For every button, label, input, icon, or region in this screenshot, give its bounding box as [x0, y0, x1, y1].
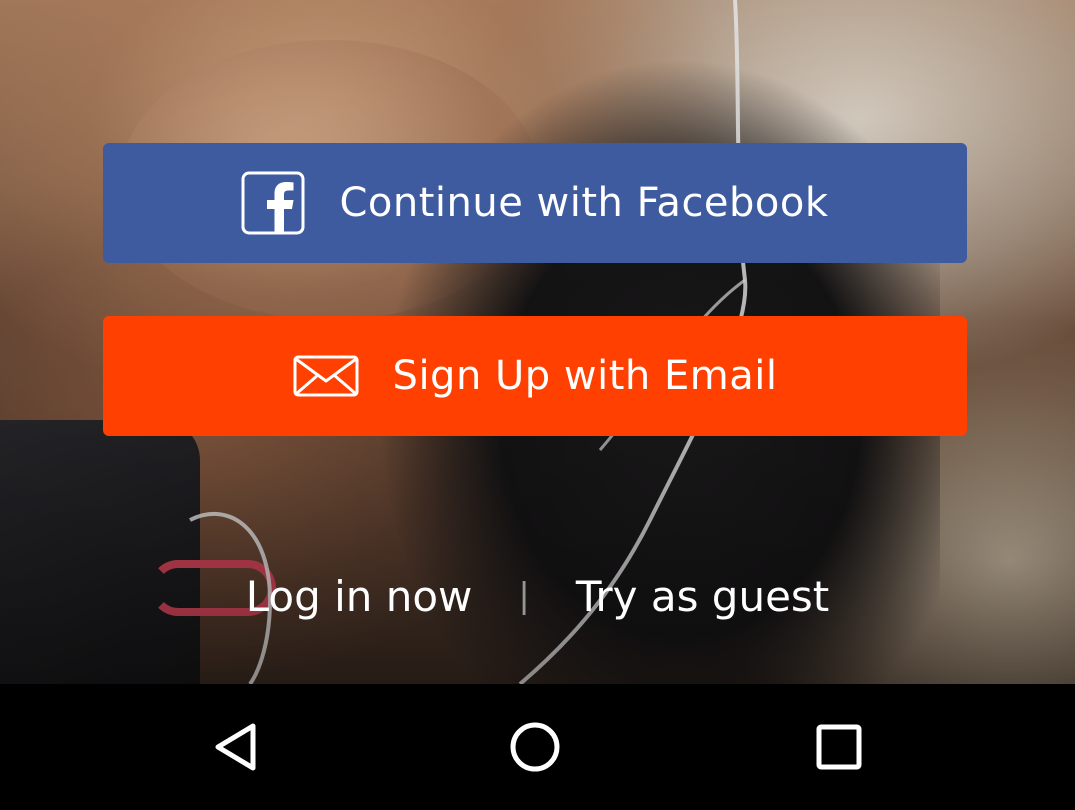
back-triangle-icon [215, 723, 256, 771]
facebook-button-label: Continue with Facebook [339, 180, 829, 226]
secondary-links: Log in now | Try as guest [0, 560, 1075, 632]
facebook-icon [241, 171, 305, 235]
continue-with-facebook-button[interactable]: Continue with Facebook [103, 143, 967, 263]
email-button-label: Sign Up with Email [392, 353, 778, 399]
links-separator: | [518, 576, 530, 616]
home-button[interactable] [505, 717, 565, 777]
login-screen: Continue with Facebook Sign Up with Emai… [0, 0, 1075, 810]
home-circle-icon [510, 722, 560, 772]
log-in-now-link[interactable]: Log in now [246, 572, 473, 621]
try-as-guest-link[interactable]: Try as guest [576, 572, 829, 621]
recent-apps-square-icon [816, 724, 862, 770]
recent-apps-button[interactable] [809, 717, 869, 777]
android-navigation-bar [0, 684, 1075, 810]
sign-up-with-email-button[interactable]: Sign Up with Email [103, 316, 967, 436]
back-button[interactable] [205, 717, 265, 777]
envelope-icon [293, 355, 359, 397]
